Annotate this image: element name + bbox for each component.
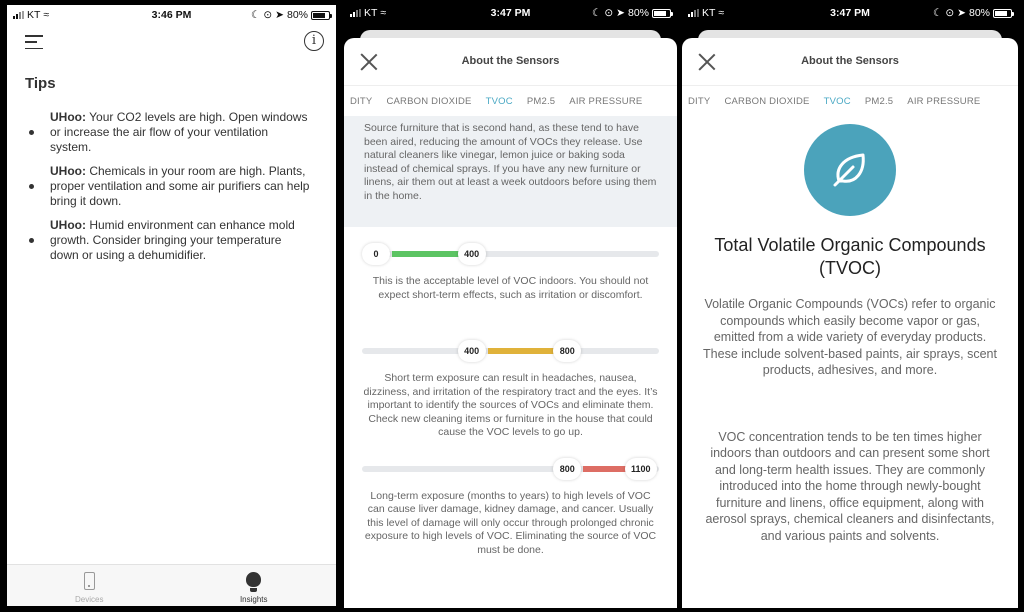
about-sensors-info-screen: KT ≈ 3:47 PM ☾ ⊙ ➤ 80% About the Sensors… [682,3,1018,608]
sensor-title: Total Volatile Organic Compounds (TVOC) [714,235,986,278]
range-min-label: 0 [362,243,390,265]
moon-icon: ☾ [932,7,943,19]
wifi-icon: ≈ [380,7,387,19]
tab-pm25[interactable]: PM2.5 [527,96,555,107]
sensor-description: VOC concentration tends to be ten times … [705,429,995,543]
moon-icon: ☾ [591,7,602,19]
modal-sheet: About the Sensors DITY CARBON DIOXIDE TV… [344,38,677,608]
wifi-icon: ≈ [718,7,725,19]
battery-percent: 80% [286,9,308,21]
level-description: Long-term exposure (months to years) to … [364,489,657,556]
battery-percent: 80% [968,7,990,19]
tab-carbon-dioxide[interactable]: CARBON DIOXIDE [386,96,471,107]
range-fill [583,465,629,472]
carrier: KT [702,7,716,19]
status-bar: KT ≈ 3:47 PM ☾ ⊙ ➤ 80% [682,3,1018,23]
page-title: Tips [25,75,56,92]
app-header: i [7,25,336,65]
range-max-label: 1100 [625,457,657,480]
level-description: Short term exposure can result in headac… [363,372,658,438]
info-icon[interactable]: i [304,31,324,51]
range-fill [392,251,462,257]
tab-humidity[interactable]: DITY [350,96,372,107]
rotation-lock-icon: ⊙ [604,7,614,19]
range-min-label: 800 [553,457,582,480]
tab-label: Insights [239,595,268,604]
status-time: 3:47 PM [830,7,870,19]
tab-air-pressure[interactable]: AIR PRESSURE [569,96,642,107]
tip-item: UHoo: Chemicals in your room are high. P… [29,164,312,209]
range-bar: 400 800 [362,340,659,362]
tip-source: UHoo: [50,110,86,124]
tab-pm25[interactable]: PM2.5 [865,96,893,107]
tab-humidity[interactable]: DITY [688,96,710,107]
tip-text: Chemicals in your room are high. Plants,… [50,164,310,208]
tip-text: Your CO2 levels are high. Open windows o… [50,110,308,154]
tab-carbon-dioxide[interactable]: CARBON DIOXIDE [724,96,809,107]
tab-tvoc[interactable]: TVOC [486,96,513,107]
tab-air-pressure[interactable]: AIR PRESSURE [907,96,980,107]
range-max-label: 400 [457,243,486,265]
sensor-description: Volatile Organic Compounds (VOCs) refer … [703,297,997,377]
carrier: KT [364,7,378,19]
tip-item: UHoo: Your CO2 levels are high. Open win… [29,110,312,155]
range-bar: 0 400 [362,243,659,265]
rotation-lock-icon: ⊙ [945,7,955,19]
range-fill [487,348,558,354]
range-max-label: 800 [553,340,582,362]
signal-icon [688,9,699,17]
level-description: This is the acceptable level of VOC indo… [372,275,649,301]
status-bar: KT ≈ 3:46 PM ☾ ⊙ ➤ 80% [7,5,336,25]
lightbulb-icon [246,572,262,592]
tips-list: UHoo: Your CO2 levels are high. Open win… [29,110,312,263]
sheet-header: About the Sensors [344,38,677,86]
tips-screen: KT ≈ 3:46 PM ☾ ⊙ ➤ 80% i Tips UHoo: Your… [5,3,338,608]
tip-text: Humid environment can enhance mold growt… [50,218,295,262]
status-bar: KT ≈ 3:47 PM ☾ ⊙ ➤ 80% [344,3,677,23]
location-icon: ➤ [957,7,966,19]
battery-icon [993,8,1014,18]
hamburger-icon[interactable] [25,35,43,49]
battery-icon [652,8,673,18]
level-good: 0 400 This is the acceptable level of VO… [362,243,659,302]
signal-icon [13,11,24,19]
level-moderate: 400 800 Short term exposure can result i… [362,340,659,440]
rotation-lock-icon: ⊙ [263,9,273,21]
tab-tvoc[interactable]: TVOC [824,96,851,107]
battery-icon [311,10,332,20]
location-icon: ➤ [616,7,625,19]
battery-percent: 80% [627,7,649,19]
tip-source: UHoo: [50,164,86,178]
sensor-info: Total Volatile Organic Compounds (TVOC) … [682,124,1018,544]
location-icon: ➤ [275,9,284,21]
leaf-icon [804,124,896,216]
sheet-header: About the Sensors [682,38,1018,86]
sensor-tabs: DITY CARBON DIOXIDE TVOC PM2.5 AIR PRESS… [682,86,1018,116]
sheet-title: About the Sensors [461,55,560,67]
tab-label: Devices [75,595,104,604]
advice-text: Source furniture that is second hand, as… [344,116,677,227]
about-sensors-levels-screen: KT ≈ 3:47 PM ☾ ⊙ ➤ 80% About the Sensors… [344,3,677,608]
tip-item: UHoo: Humid environment can enhance mold… [29,218,312,263]
bullet-icon [29,130,34,135]
bullet-icon [29,238,34,243]
sensor-tabs: DITY CARBON DIOXIDE TVOC PM2.5 AIR PRESS… [344,86,677,116]
tab-devices[interactable]: Devices [7,565,172,606]
bullet-icon [29,184,34,189]
tab-insights[interactable]: Insights [172,565,337,606]
signal-icon [350,9,361,17]
moon-icon: ☾ [250,9,261,21]
sheet-title: About the Sensors [801,55,899,67]
modal-sheet: About the Sensors DITY CARBON DIOXIDE TV… [682,38,1018,608]
level-high: 800 1100 Long-term exposure (months to y… [362,457,659,558]
device-icon [83,572,95,590]
bottom-tab-bar: Devices Insights [7,564,336,606]
status-time: 3:47 PM [490,7,531,19]
wifi-icon: ≈ [43,9,50,21]
carrier: KT [27,9,41,21]
range-bar: 800 1100 [362,457,659,480]
status-time: 3:46 PM [151,9,192,21]
range-min-label: 400 [457,340,486,362]
tip-source: UHoo: [50,218,86,232]
